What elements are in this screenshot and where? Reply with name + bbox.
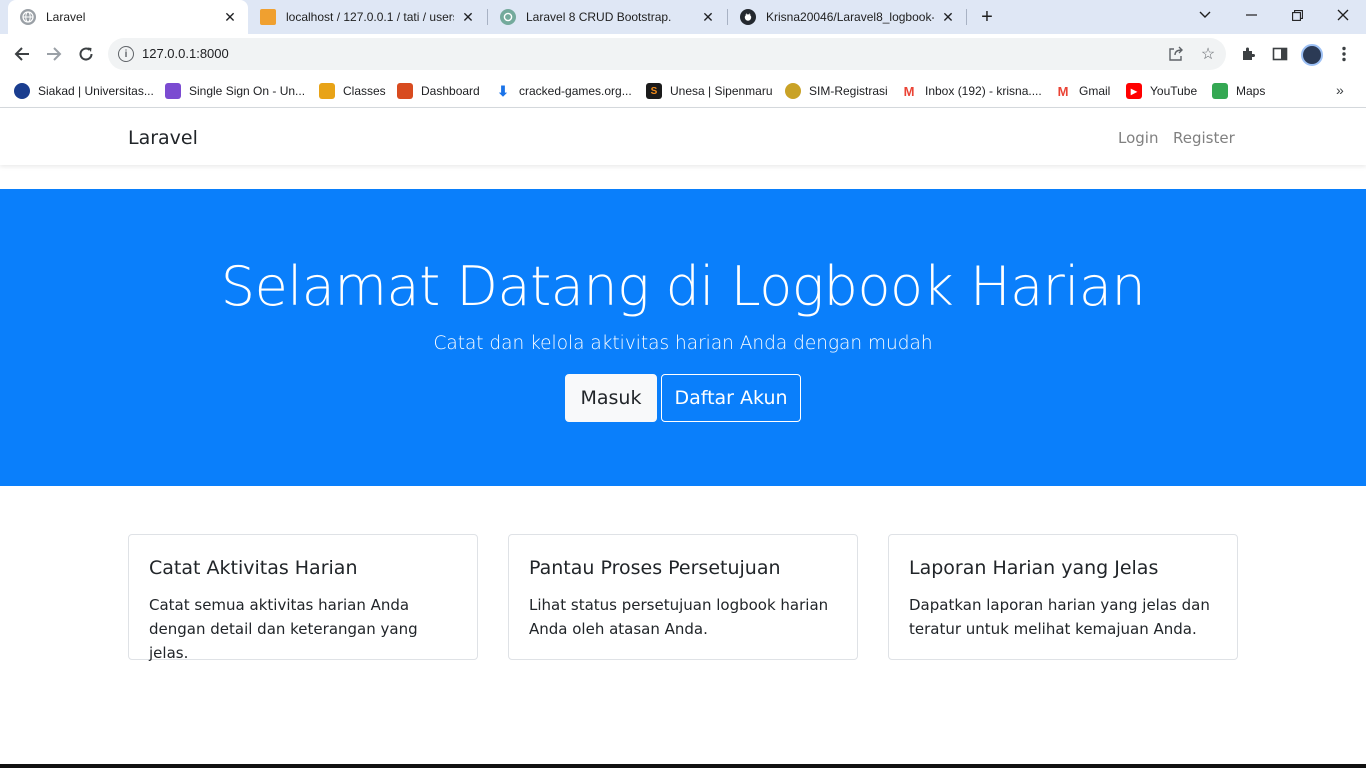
tab-github[interactable]: Krisna20046/Laravel8_logbook-v ✕ [728, 0, 966, 34]
bookmark-label: Classes [343, 84, 386, 98]
masuk-button[interactable]: Masuk [565, 374, 657, 422]
gmail-icon: M [1057, 83, 1069, 99]
taskbar-edge [0, 764, 1366, 768]
youtube-icon: ▶ [1126, 83, 1142, 99]
bookmark-label: Gmail [1079, 84, 1111, 98]
sim-icon [785, 83, 801, 99]
openai-icon [500, 9, 516, 25]
bookmark-label: SIM-Registrasi [809, 84, 888, 98]
hero-title: Selamat Datang di Logbook Harian [220, 255, 1146, 318]
web-page: Laravel Login Register Selamat Datang di… [0, 108, 1366, 768]
feature-card-title: Pantau Proses Persetujuan [529, 557, 781, 579]
close-icon[interactable]: ✕ [222, 9, 238, 25]
daftar-akun-button[interactable]: Daftar Akun [661, 374, 801, 422]
bookmark-label: Inbox (192) - krisna.... [925, 84, 1042, 98]
tab-phpmyadmin[interactable]: localhost / 127.0.0.1 / tati / users ✕ [248, 0, 486, 34]
site-navbar: Laravel Login Register [0, 108, 1366, 165]
bookmark-unesa[interactable]: S Unesa | Sipenmaru [646, 82, 773, 100]
url-text[interactable]: 127.0.0.1:8000 [142, 46, 229, 61]
tab-title: Laravel [46, 10, 86, 24]
reload-icon[interactable] [74, 42, 98, 66]
tab-chatgpt[interactable]: Laravel 8 CRUD Bootstrap. ✕ [488, 0, 726, 34]
tab-title: localhost / 127.0.0.1 / tati / users [286, 10, 454, 24]
bookmark-label: Unesa | Sipenmaru [670, 84, 773, 98]
bookmark-label: Maps [1236, 84, 1266, 98]
bookmark-inbox[interactable]: M Inbox (192) - krisna.... [901, 82, 1042, 100]
close-icon[interactable]: ✕ [940, 9, 956, 25]
bookmark-maps[interactable]: Maps [1212, 82, 1265, 100]
restore-icon[interactable] [1274, 0, 1320, 30]
profile-avatar[interactable] [1301, 44, 1323, 66]
download-icon: ⬇ [497, 82, 509, 99]
close-icon[interactable]: ✕ [700, 9, 716, 25]
unesa-icon: S [646, 83, 662, 99]
tab-laravel[interactable]: Laravel ✕ [8, 0, 248, 34]
new-tab-button[interactable]: + [975, 5, 999, 29]
tab-search-icon[interactable] [1182, 0, 1228, 30]
feature-card-text: Lihat status persetujuan logbook harian … [529, 596, 829, 638]
sso-icon [165, 83, 181, 99]
menu-dots-icon[interactable] [1332, 42, 1356, 66]
close-window-icon[interactable] [1320, 0, 1366, 30]
brand-link[interactable]: Laravel [128, 127, 198, 149]
minimize-icon[interactable] [1228, 0, 1274, 30]
tab-title: Laravel 8 CRUD Bootstrap. [526, 10, 672, 24]
classroom-icon [319, 83, 335, 99]
bookmark-star-icon[interactable]: ☆ [1198, 44, 1218, 64]
feature-card-title: Catat Aktivitas Harian [149, 557, 358, 579]
register-link[interactable]: Register [1173, 129, 1235, 147]
bookmark-sim-registrasi[interactable]: SIM-Registrasi [785, 82, 888, 100]
bookmark-gmail[interactable]: M Gmail [1055, 82, 1111, 100]
siakad-icon [14, 83, 30, 99]
globe-icon [20, 9, 36, 25]
hero-jumbotron: Selamat Datang di Logbook Harian Catat d… [0, 189, 1366, 486]
hero-subtitle: Catat dan kelola aktivitas harian Anda d… [433, 333, 933, 354]
bookmark-youtube[interactable]: ▶ YouTube [1126, 82, 1197, 100]
browser-toolbar: i 127.0.0.1:8000 ☆ [0, 34, 1366, 74]
login-link[interactable]: Login [1118, 129, 1158, 147]
info-icon[interactable]: i [118, 46, 134, 62]
address-bar[interactable]: i 127.0.0.1:8000 ☆ [108, 38, 1226, 70]
feature-card-text: Catat semua aktivitas harian Anda dengan… [149, 596, 418, 662]
bookmark-label: Dashboard [421, 84, 480, 98]
back-arrow-icon[interactable] [10, 42, 34, 66]
bookmark-classes[interactable]: Classes [319, 82, 386, 100]
phpmyadmin-icon [260, 9, 276, 25]
feature-card-title: Laporan Harian yang Jelas [909, 557, 1159, 579]
feature-card: Catat Aktivitas Harian Catat semua aktiv… [128, 534, 478, 662]
tab-title: Krisna20046/Laravel8_logbook-v [766, 10, 934, 24]
bookmark-label: Siakad | Universitas... [38, 84, 154, 98]
feature-card-text: Dapatkan laporan harian yang jelas dan t… [909, 596, 1210, 638]
side-panel-icon[interactable] [1268, 42, 1292, 66]
bookmark-dashboard[interactable]: Dashboard [397, 82, 480, 100]
extensions-icon[interactable] [1236, 42, 1260, 66]
bookmarks-bar: Siakad | Universitas... Single Sign On -… [0, 74, 1366, 108]
tab-strip: Laravel ✕ localhost / 127.0.0.1 / tati /… [0, 0, 1366, 34]
maps-icon [1212, 83, 1228, 99]
bookmark-label: YouTube [1150, 84, 1198, 98]
tab-divider [966, 9, 967, 25]
bookmark-label: Single Sign On - Un... [189, 84, 306, 98]
bookmark-cracked-games[interactable]: ⬇ cracked-games.org... [495, 82, 632, 100]
share-icon[interactable] [1166, 44, 1186, 64]
github-icon [740, 9, 756, 25]
bookmark-label: cracked-games.org... [519, 84, 632, 98]
close-icon[interactable]: ✕ [460, 9, 476, 25]
more-bookmarks-icon[interactable]: » [1336, 82, 1344, 98]
dashboard-icon [397, 83, 413, 99]
bookmark-siakad[interactable]: Siakad | Universitas... [14, 82, 154, 100]
feature-card: Pantau Proses Persetujuan Lihat status p… [508, 534, 858, 660]
gmail-icon: M [903, 83, 915, 99]
bookmark-sso[interactable]: Single Sign On - Un... [165, 82, 305, 100]
feature-card: Laporan Harian yang Jelas Dapatkan lapor… [888, 534, 1238, 660]
forward-arrow-icon[interactable] [42, 42, 66, 66]
